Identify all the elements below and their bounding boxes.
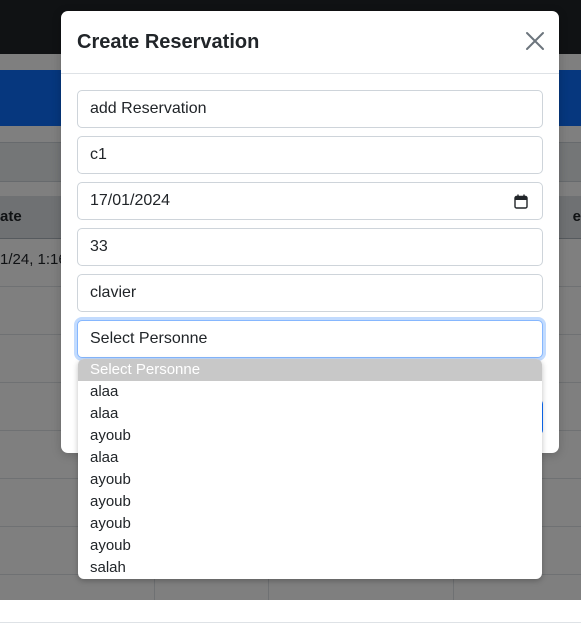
- dropdown-option[interactable]: alaa: [78, 381, 542, 403]
- number-input[interactable]: 33: [77, 228, 543, 266]
- dropdown-option[interactable]: salah: [78, 557, 542, 579]
- code-input[interactable]: c1: [77, 136, 543, 174]
- person-select-dropdown: Select Personne alaa alaa ayoub alaa ayo…: [78, 359, 542, 579]
- calendar-icon[interactable]: [514, 194, 528, 209]
- dropdown-option[interactable]: ayoub: [78, 425, 542, 447]
- date-value: 17/01/2024: [90, 192, 171, 209]
- modal-title: Create Reservation: [77, 31, 260, 53]
- dropdown-option[interactable]: alaa: [78, 447, 542, 469]
- dropdown-option[interactable]: Select Personne: [78, 359, 542, 381]
- dropdown-option[interactable]: ayoub: [78, 469, 542, 491]
- dropdown-option[interactable]: ayoub: [78, 535, 542, 557]
- dropdown-option[interactable]: ayoub: [78, 513, 542, 535]
- dropdown-option[interactable]: alaa: [78, 403, 542, 425]
- modal-header: Create Reservation: [61, 11, 559, 74]
- reservation-name-input[interactable]: add Reservation: [77, 90, 543, 128]
- close-button[interactable]: [523, 29, 547, 53]
- modal-body: add Reservation c1 17/01/2024 33 clavier…: [77, 90, 543, 366]
- person-select[interactable]: Select Personne: [77, 320, 543, 358]
- date-input[interactable]: 17/01/2024: [77, 182, 543, 220]
- item-input[interactable]: clavier: [77, 274, 543, 312]
- dropdown-option[interactable]: ayoub: [78, 491, 542, 513]
- close-icon: [526, 32, 544, 50]
